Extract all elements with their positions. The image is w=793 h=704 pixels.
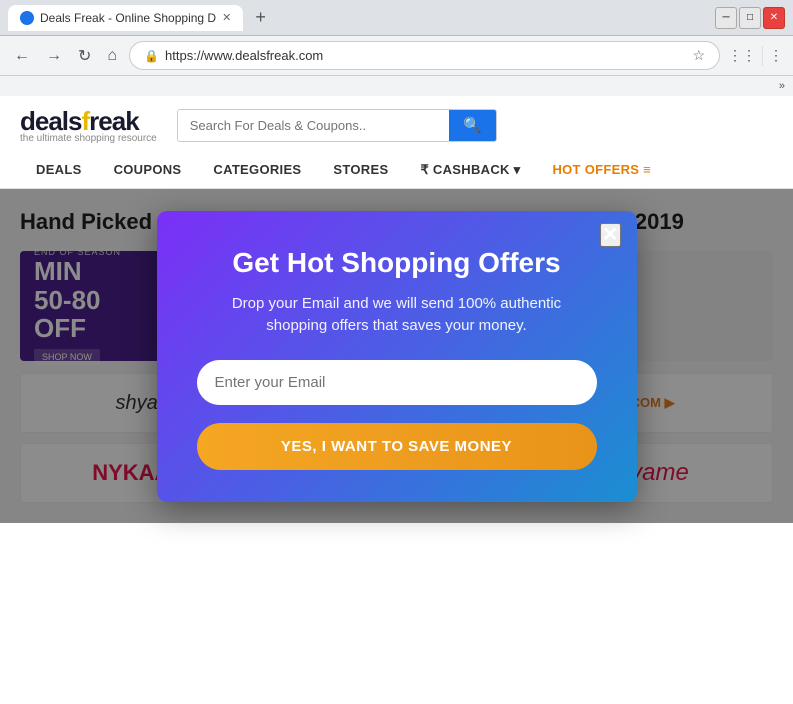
extensions-label: » xyxy=(779,80,785,92)
nav-cashback[interactable]: ₹ CASHBACK ▾ xyxy=(404,152,536,188)
extra-nav: ⋮⋮ ⋮ xyxy=(728,46,783,66)
bookmark-icon[interactable]: ☆ xyxy=(692,47,705,64)
maximize-button[interactable]: □ xyxy=(739,7,761,29)
window-controls: ─ □ ✕ xyxy=(715,7,785,29)
extensions-row: » xyxy=(0,76,793,96)
nav-categories[interactable]: CATEGORIES xyxy=(197,152,317,188)
menu-button[interactable]: ⋮ xyxy=(769,47,783,64)
tab-close-button[interactable]: ✕ xyxy=(222,11,231,24)
browser-titlebar: Deals Freak - Online Shopping D ✕ + ─ □ … xyxy=(0,0,793,36)
nav-stores[interactable]: STORES xyxy=(317,152,404,188)
search-bar: 🔍 xyxy=(177,109,497,142)
nav-bar: DEALS COUPONS CATEGORIES STORES ₹ CASHBA… xyxy=(20,152,773,188)
nav-deals[interactable]: DEALS xyxy=(20,152,98,188)
nav-coupons[interactable]: COUPONS xyxy=(98,152,198,188)
site-header: dealsfreak the ultimate shopping resourc… xyxy=(0,96,793,189)
header-top: dealsfreak the ultimate shopping resourc… xyxy=(20,106,773,144)
browser-tab[interactable]: Deals Freak - Online Shopping D ✕ xyxy=(8,5,243,31)
search-button[interactable]: 🔍 xyxy=(449,110,496,141)
modal-title: Get Hot Shopping Offers xyxy=(197,247,597,279)
website: dealsfreak the ultimate shopping resourc… xyxy=(0,96,793,704)
lock-icon: 🔒 xyxy=(144,49,159,63)
extensions-button[interactable]: ⋮⋮ xyxy=(728,47,756,64)
email-modal: ✕ Get Hot Shopping Offers Drop your Emai… xyxy=(157,211,637,502)
tab-title: Deals Freak - Online Shopping D xyxy=(40,11,216,25)
new-tab-button[interactable]: + xyxy=(249,7,272,28)
search-input[interactable] xyxy=(178,110,449,141)
address-bar: ← → ↻ ⌂ 🔒 https://www.dealsfreak.com ☆ ⋮… xyxy=(0,36,793,76)
nav-hot-offers[interactable]: HOT OFFERS ≡ xyxy=(536,152,667,188)
back-button[interactable]: ← xyxy=(10,43,34,69)
close-button[interactable]: ✕ xyxy=(763,7,785,29)
page-content: Hand Picked Online Deals, Coupons & Cash… xyxy=(0,189,793,523)
modal-cta-button[interactable]: YES, I WANT TO SAVE MONEY xyxy=(197,423,597,470)
modal-subtitle: Drop your Email and we will send 100% au… xyxy=(197,293,597,338)
forward-button[interactable]: → xyxy=(42,43,66,69)
address-field[interactable]: 🔒 https://www.dealsfreak.com ☆ xyxy=(129,41,720,70)
home-button[interactable]: ⌂ xyxy=(103,43,121,69)
reload-button[interactable]: ↻ xyxy=(74,42,95,70)
modal-close-button[interactable]: ✕ xyxy=(600,223,621,247)
divider xyxy=(762,46,763,66)
modal-overlay: ✕ Get Hot Shopping Offers Drop your Emai… xyxy=(0,189,793,523)
modal-email-input[interactable] xyxy=(197,360,597,405)
minimize-button[interactable]: ─ xyxy=(715,7,737,29)
url-text: https://www.dealsfreak.com xyxy=(165,48,323,63)
logo-tagline: the ultimate shopping resource xyxy=(20,133,157,144)
tab-favicon xyxy=(20,11,34,25)
logo-area: dealsfreak the ultimate shopping resourc… xyxy=(20,106,157,144)
